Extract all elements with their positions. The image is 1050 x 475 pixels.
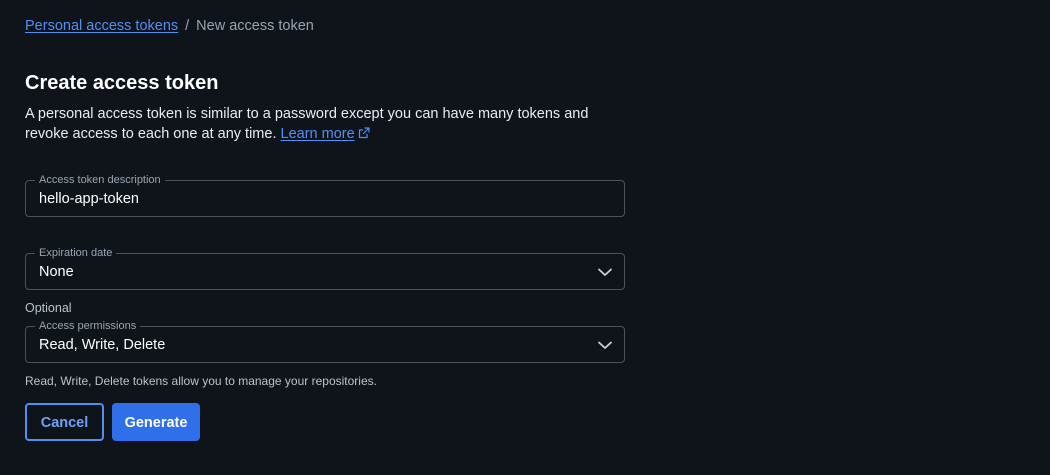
access-permissions-helper-text: Read, Write, Delete tokens allow you to …: [25, 374, 377, 388]
expiration-date-label: Expiration date: [35, 246, 117, 260]
learn-more-link[interactable]: Learn more: [281, 126, 370, 142]
breadcrumb-current: New access token: [196, 18, 314, 34]
access-token-description-label: Access token description: [35, 173, 165, 187]
breadcrumb-separator: /: [185, 18, 190, 34]
chevron-down-icon: [597, 338, 613, 350]
chevron-down-icon: [597, 265, 613, 277]
optional-label: Optional: [25, 301, 72, 315]
access-token-description-value: hello-app-token: [39, 191, 139, 207]
breadcrumb: Personal access tokens / New access token: [25, 17, 314, 35]
access-permissions-value: Read, Write, Delete: [39, 337, 166, 353]
cancel-button[interactable]: Cancel: [25, 403, 104, 441]
expiration-date-value: None: [39, 264, 74, 280]
access-permissions-select[interactable]: Access permissions Read, Write, Delete: [25, 319, 625, 363]
page-description: A personal access token is similar to a …: [25, 104, 625, 145]
access-token-description-input[interactable]: Access token description hello-app-token: [25, 173, 625, 217]
access-permissions-label: Access permissions: [35, 319, 141, 333]
breadcrumb-personal-access-tokens-link[interactable]: Personal access tokens: [25, 18, 178, 34]
expiration-date-select[interactable]: Expiration date None: [25, 246, 625, 290]
create-access-token-page: Personal access tokens / New access token …: [0, 0, 1050, 475]
page-title: Create access token: [25, 72, 219, 94]
learn-more-label: Learn more: [280, 126, 355, 142]
generate-button[interactable]: Generate: [112, 403, 200, 441]
external-link-icon: [358, 125, 370, 145]
